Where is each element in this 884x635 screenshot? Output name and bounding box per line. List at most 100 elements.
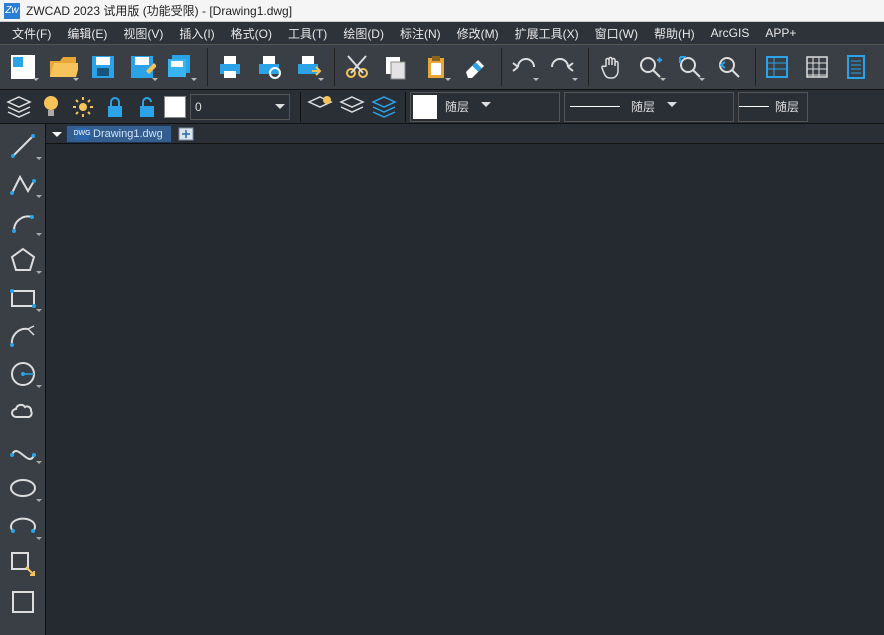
plus-tab-icon (178, 127, 194, 141)
lock-open-icon (136, 95, 158, 119)
separator (588, 48, 589, 86)
erase-button[interactable] (457, 48, 492, 86)
plot-button[interactable] (212, 48, 247, 86)
lightbulb-icon (40, 94, 62, 120)
hand-icon (598, 54, 624, 80)
titlebar: Zw ZWCAD 2023 试用版 (功能受限) - [Drawing1.dwg… (0, 0, 884, 22)
layer-state-button[interactable] (305, 92, 335, 122)
zoom-previous-button[interactable] (711, 48, 746, 86)
layers-check-icon (307, 95, 333, 119)
new-tab-button[interactable] (176, 125, 196, 143)
arc-icon (8, 207, 38, 237)
linetype-property-dropdown[interactable]: 随层 (564, 92, 734, 122)
xline-tool[interactable] (3, 318, 43, 354)
menu-view[interactable]: 视图(V) (115, 25, 171, 42)
linetype-property-label: 随层 (625, 98, 661, 115)
copy-button[interactable] (378, 48, 413, 86)
saveas-icon (128, 53, 156, 81)
menu-appplus[interactable]: APP+ (757, 26, 804, 40)
undo-button[interactable] (506, 48, 541, 86)
properties-button[interactable] (760, 48, 795, 86)
document-tabbar: DWG Drawing1.dwg (46, 124, 884, 144)
layer-on-button[interactable] (36, 92, 66, 122)
ellipse-tool[interactable] (3, 470, 43, 506)
layer-lock-open-button[interactable] (132, 92, 162, 122)
hatch-icon (8, 587, 38, 617)
zoom-window-button[interactable] (672, 48, 707, 86)
hatch-tool[interactable] (3, 584, 43, 620)
saveall-button[interactable] (164, 48, 199, 86)
menu-ext[interactable]: 扩展工具(X) (507, 25, 587, 42)
redo-button[interactable] (545, 48, 580, 86)
dwg-file-icon: DWG (75, 128, 89, 140)
circle-tool[interactable] (3, 356, 43, 392)
document-tab[interactable]: DWG Drawing1.dwg (66, 125, 172, 143)
new-file-icon (9, 53, 39, 81)
xline-icon (8, 321, 38, 351)
polygon-tool[interactable] (3, 242, 43, 278)
menu-format[interactable]: 格式(O) (223, 25, 280, 42)
polyline-tool[interactable] (3, 166, 43, 202)
copy-icon (383, 54, 409, 80)
saveas-button[interactable] (124, 48, 159, 86)
menu-tools[interactable]: 工具(T) (280, 25, 335, 42)
table-button[interactable] (799, 48, 834, 86)
printer-icon (216, 53, 244, 81)
menu-insert[interactable]: 插入(I) (171, 25, 222, 42)
menu-file[interactable]: 文件(F) (4, 25, 59, 42)
document-list-dropdown[interactable] (52, 132, 62, 142)
layers-icon (6, 95, 32, 119)
ellipse-arc-tool[interactable] (3, 508, 43, 544)
menu-help[interactable]: 帮助(H) (646, 25, 703, 42)
menu-draw[interactable]: 绘图(D) (335, 25, 392, 42)
zoom-window-icon (677, 54, 703, 80)
menu-modify[interactable]: 修改(M) (449, 25, 507, 42)
color-property-dropdown[interactable]: 随层 (410, 92, 560, 122)
lineweight-property-label: 随层 (769, 98, 805, 115)
document-tab-label: Drawing1.dwg (93, 128, 163, 140)
layer-isolate-button[interactable] (369, 92, 399, 122)
separator (755, 48, 756, 86)
layer-color-swatch[interactable] (164, 96, 186, 118)
save-button[interactable] (85, 48, 120, 86)
zoom-realtime-button[interactable] (633, 48, 668, 86)
layer-freeze-button[interactable] (68, 92, 98, 122)
line-tool[interactable] (3, 128, 43, 164)
menu-arcgis[interactable]: ArcGIS (703, 26, 758, 40)
sheet-button[interactable] (839, 48, 874, 86)
open-button[interactable] (45, 48, 80, 86)
drawing-canvas[interactable] (46, 144, 884, 635)
undo-icon (508, 57, 538, 77)
pan-button[interactable] (593, 48, 628, 86)
line-sample-icon (739, 95, 769, 119)
layer-lock-closed-button[interactable] (100, 92, 130, 122)
zoom-previous-icon (716, 54, 742, 80)
paste-button[interactable] (418, 48, 453, 86)
menu-window[interactable]: 窗口(W) (587, 25, 646, 42)
publish-button[interactable] (291, 48, 326, 86)
layer-toolbar: 0 随层 随层 随层 (0, 90, 884, 124)
spline-tool[interactable] (3, 432, 43, 468)
table-list-icon (804, 54, 830, 80)
revcloud-tool[interactable] (3, 394, 43, 430)
rectangle-icon (8, 283, 38, 313)
plot-preview-button[interactable] (251, 48, 286, 86)
lineweight-property-dropdown[interactable]: 随层 (738, 92, 808, 122)
cloud-icon (8, 397, 38, 427)
layer-dropdown[interactable]: 0 (190, 94, 290, 120)
layers-prev-icon (339, 95, 365, 119)
new-button[interactable] (6, 48, 41, 86)
rectangle-tool[interactable] (3, 280, 43, 316)
circle-icon (8, 359, 38, 389)
app-icon: Zw (4, 3, 20, 19)
layer-previous-button[interactable] (337, 92, 367, 122)
menu-edit[interactable]: 编辑(E) (59, 25, 115, 42)
menu-dim[interactable]: 标注(N) (392, 25, 449, 42)
arc-tool[interactable] (3, 204, 43, 240)
layer-manager-button[interactable] (4, 92, 34, 122)
separator (207, 48, 208, 86)
spline-icon (8, 435, 38, 465)
block-tool[interactable] (3, 546, 43, 582)
color-property-label: 随层 (439, 98, 475, 115)
cut-button[interactable] (339, 48, 374, 86)
